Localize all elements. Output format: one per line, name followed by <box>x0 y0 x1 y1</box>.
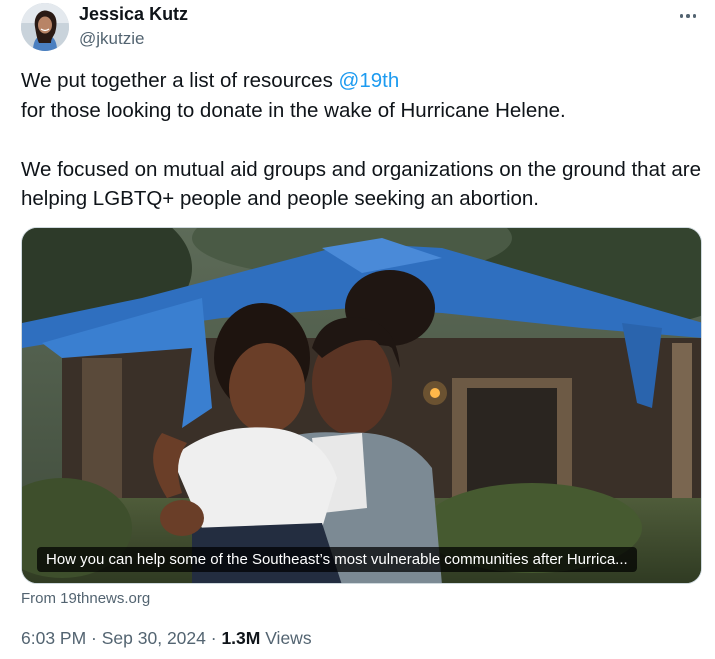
card-source-link[interactable]: From 19thnews.org <box>21 590 150 607</box>
link-card-image[interactable]: How you can help some of the Southeast’s… <box>21 227 702 584</box>
time-text: 6:03 PM <box>21 628 87 648</box>
separator: · <box>205 628 222 648</box>
tweet-line1-text: We put together a list of resources <box>21 69 339 92</box>
more-dot <box>692 14 697 18</box>
tweet-paragraph-2: We focused on mutual aid groups and orga… <box>21 157 701 211</box>
author-avatar[interactable] <box>21 3 69 51</box>
tweet-time[interactable]: 6:03 PM · Sep 30, 2024 <box>21 628 206 648</box>
tweet-text: We put together a list of resources @19t… <box>21 66 701 214</box>
profile-photo <box>21 3 69 51</box>
tweet-paragraph-1: We put together a list of resources @19t… <box>21 66 701 96</box>
tweet-metadata: 6:03 PM · Sep 30, 2024 · 1.3M Views <box>21 628 312 649</box>
date-text: Sep 30, 2024 <box>101 628 206 648</box>
tweet-line-2: for those looking to donate in the wake … <box>21 98 566 122</box>
author-name[interactable]: Jessica Kutz <box>79 4 188 25</box>
more-dot <box>686 14 690 18</box>
author-handle[interactable]: @jkutzie <box>79 29 144 49</box>
separator: · <box>86 628 102 648</box>
more-icon[interactable] <box>673 4 703 28</box>
card-photo <box>22 228 701 583</box>
tweet: Jessica Kutz @jkutzie We put together a … <box>0 0 715 659</box>
card-caption: How you can help some of the Southeast’s… <box>37 547 637 572</box>
views-count: 1.3M <box>221 628 261 648</box>
more-dot <box>679 14 684 18</box>
views-label: Views <box>260 628 312 648</box>
mention-link[interactable]: @19th <box>339 69 400 92</box>
